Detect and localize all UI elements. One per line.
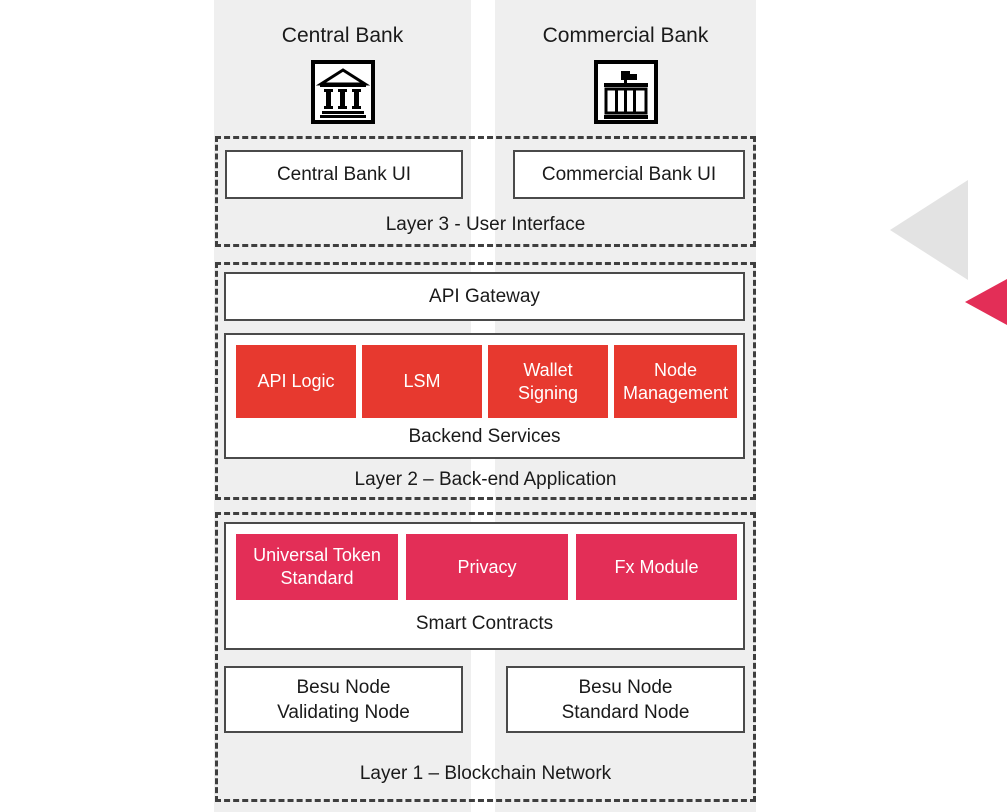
box-besu-standard-node-line1: Besu Node — [578, 676, 673, 698]
box-besu-standard-node-line2: Standard Node — [561, 701, 690, 723]
chip-node-management-label: Node Management — [622, 359, 729, 403]
actor-commercial-bank: Commercial Bank — [495, 0, 756, 134]
actor-commercial-bank-label: Commercial Bank — [542, 24, 709, 47]
layer-1-caption: Layer 1 – Blockchain Network — [359, 763, 612, 784]
box-besu-standard-node-text: Besu Node Standard Node — [562, 675, 690, 725]
box-central-bank-ui[interactable]: Central Bank UI — [225, 150, 463, 199]
architecture-diagram: Central Bank Commercial Bank Central Ban… — [0, 0, 1007, 812]
box-commercial-bank-ui-label: Commercial Bank UI — [541, 164, 717, 185]
chip-wallet-signing[interactable]: Wallet Signing — [488, 345, 608, 418]
actor-central-bank: Central Bank — [214, 0, 471, 134]
box-central-bank-ui-label: Central Bank UI — [276, 164, 412, 185]
chip-privacy-label: Privacy — [457, 556, 517, 577]
chip-fx-module-label: Fx Module — [614, 556, 699, 577]
box-besu-validating-node-line2: Validating Node — [277, 701, 410, 723]
decorative-triangle-gray — [890, 180, 968, 280]
layer-3-caption: Layer 3 - User Interface — [385, 214, 586, 235]
actor-central-bank-label: Central Bank — [281, 24, 404, 47]
box-api-gateway[interactable]: API Gateway — [224, 272, 745, 321]
bank-classical-icon — [310, 60, 375, 124]
decorative-triangle-pink — [965, 279, 1007, 325]
chip-api-logic-label: API Logic — [257, 371, 335, 391]
chip-privacy[interactable]: Privacy — [406, 534, 568, 600]
chip-universal-token-standard-label: Universal Token Standard — [253, 545, 381, 588]
chip-node-management[interactable]: Node Management — [614, 345, 737, 418]
box-besu-validating-node[interactable]: Besu Node Validating Node — [224, 666, 463, 733]
backend-services-label: Backend Services — [408, 426, 561, 447]
chip-universal-token-standard[interactable]: Universal Token Standard — [236, 534, 398, 600]
box-commercial-bank-ui[interactable]: Commercial Bank UI — [513, 150, 745, 199]
box-besu-validating-node-line1: Besu Node — [296, 676, 391, 698]
bank-commercial-icon — [593, 60, 658, 124]
chip-wallet-signing-label: Wallet Signing — [517, 359, 579, 403]
layer-2-caption: Layer 2 – Back-end Application — [354, 469, 617, 490]
box-api-gateway-label: API Gateway — [429, 286, 540, 307]
box-besu-standard-node[interactable]: Besu Node Standard Node — [506, 666, 745, 733]
chip-lsm-label: LSM — [403, 371, 441, 391]
box-backend-services: API Logic LSM Wallet Signing Node Manage… — [224, 333, 745, 459]
chip-fx-module[interactable]: Fx Module — [576, 534, 737, 600]
box-besu-validating-node-text: Besu Node Validating Node — [277, 675, 410, 725]
box-smart-contracts: Universal Token Standard Privacy Fx Modu… — [224, 522, 745, 650]
chip-lsm[interactable]: LSM — [362, 345, 482, 418]
layer-3-container: Central Bank UI Commercial Bank UI Layer… — [215, 136, 756, 247]
layer-2-container: API Gateway API Logic LSM Wallet Signing… — [215, 262, 756, 500]
layer-1-container: Universal Token Standard Privacy Fx Modu… — [215, 512, 756, 802]
chip-api-logic[interactable]: API Logic — [236, 345, 356, 418]
smart-contracts-label: Smart Contracts — [415, 613, 554, 634]
